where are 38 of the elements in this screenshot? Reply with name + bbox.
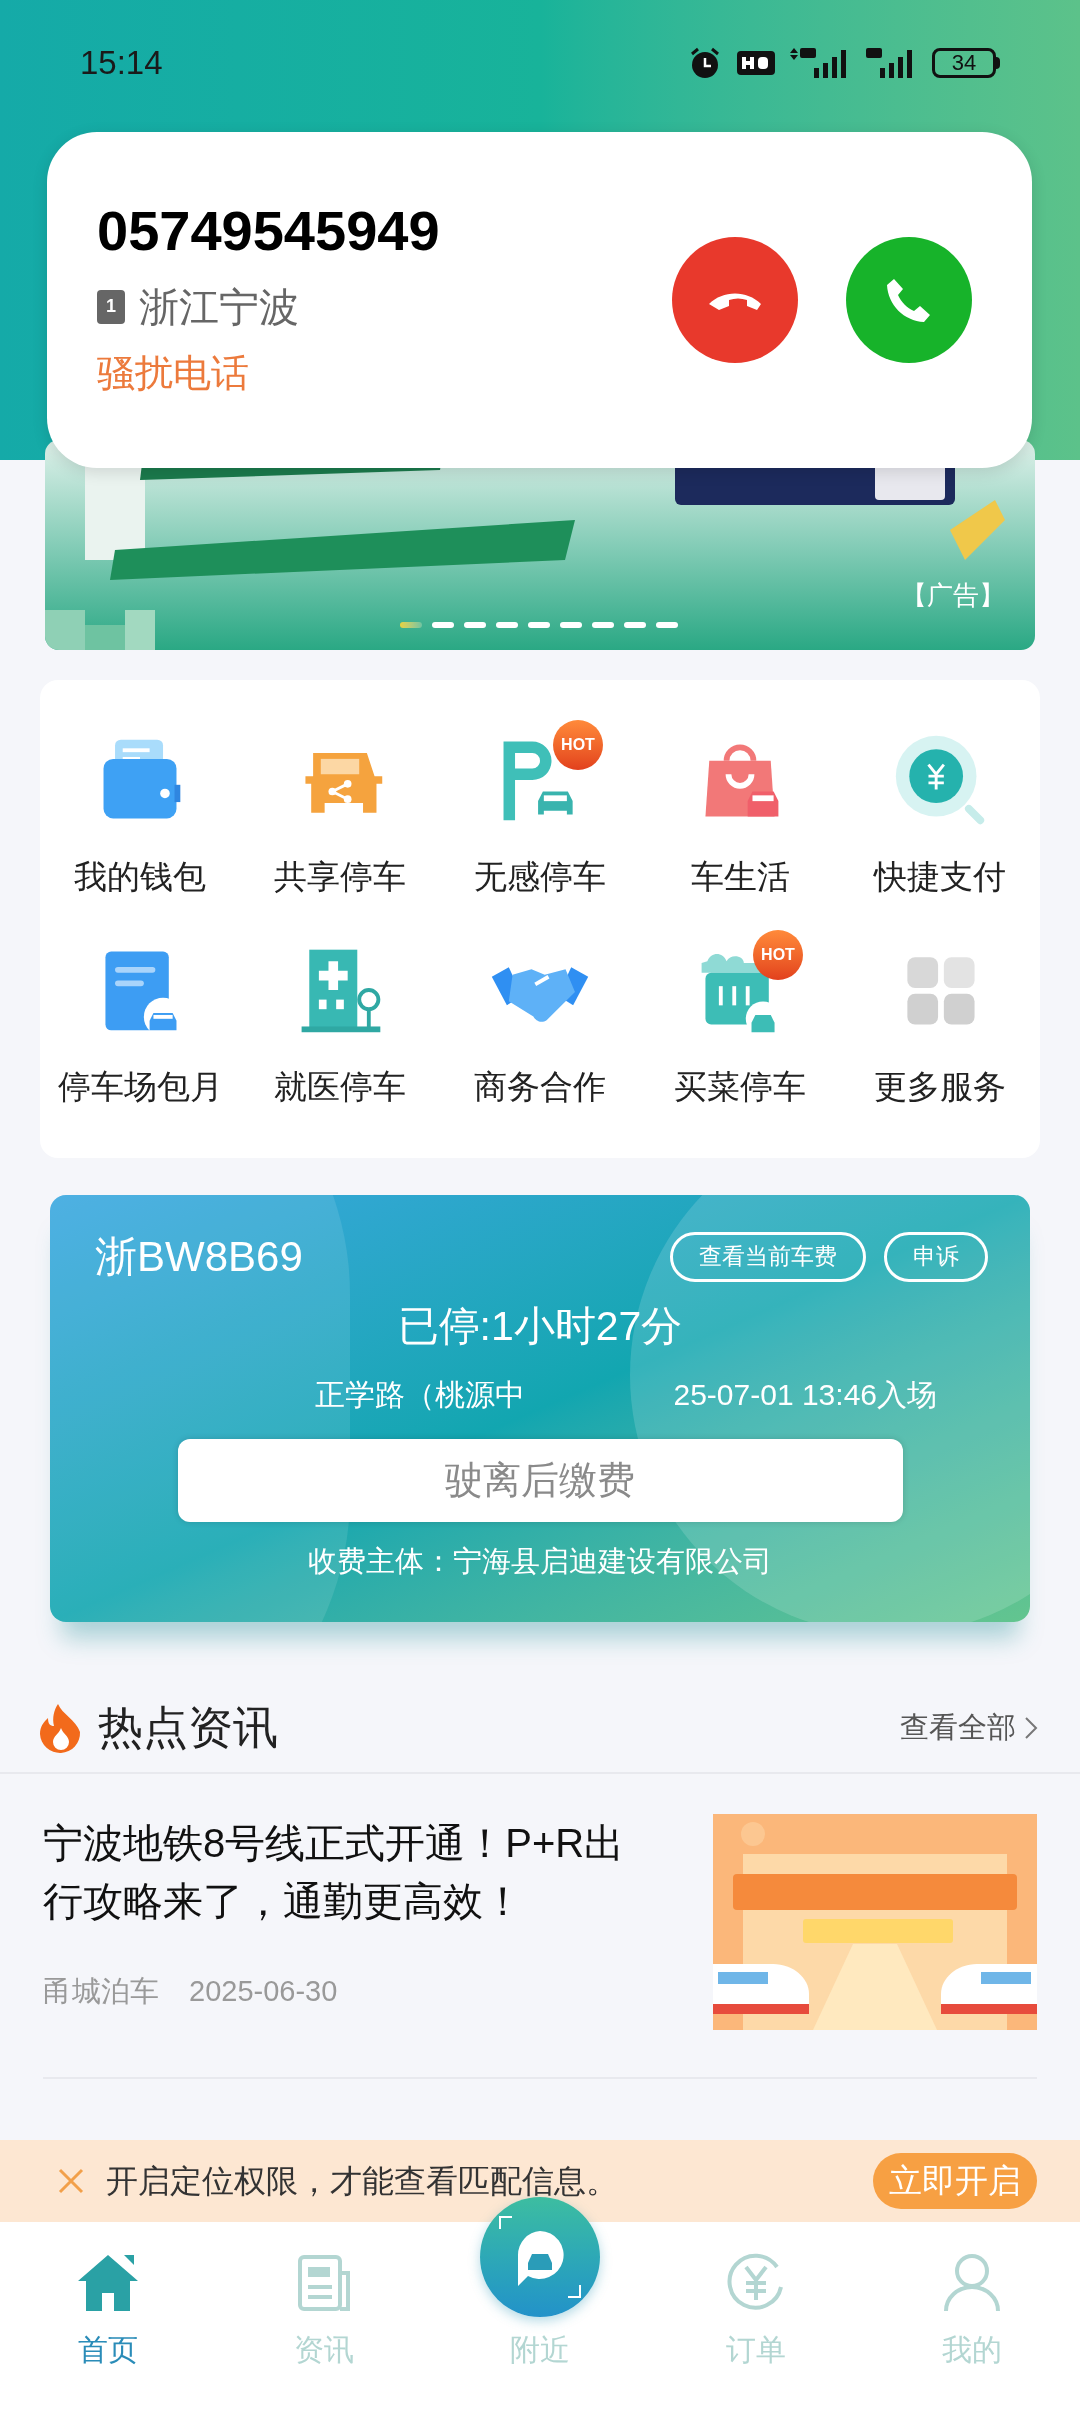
sim-badge: 1 [97, 289, 125, 324]
ad-label: 【广告】 [901, 579, 1005, 612]
entry-time: 25-07-01 13:46入场 [673, 1376, 937, 1413]
caller-location: 浙江宁波 [139, 283, 299, 331]
service-item[interactable]: 就医停车 [240, 930, 440, 1140]
payee-text: 收费主体：宁海县启迪建设有限公司 [307, 1543, 773, 1579]
news-date: 2025-06-30 [189, 1974, 338, 2009]
service-item[interactable]: 共享停车 [240, 720, 440, 930]
service-item[interactable]: 我的钱包 [40, 720, 240, 930]
hd-icon [736, 48, 776, 77]
news-source: 甬城泊车 [43, 1974, 159, 2009]
caller-number: 05749545949 [97, 198, 440, 263]
section-title: 热点资讯 [98, 1701, 278, 1756]
status-time: 15:14 [80, 42, 163, 83]
license-plate: 浙BW8B69 [95, 1232, 303, 1282]
service-item[interactable]: HOT 买菜停车 [640, 930, 840, 1140]
service-item[interactable]: 商务合作 [440, 930, 640, 1140]
news-title: 宁波地铁8号线正式开通！P+R出行攻略来了，通勤更高效！ [43, 1820, 626, 1925]
parking-location: 正学路（桃源中 [315, 1376, 525, 1413]
alarm-icon [688, 45, 722, 80]
battery-indicator: 34 [932, 47, 996, 78]
parking-duration: 已停:1小时27分 [396, 1302, 684, 1351]
chevron-right-icon [1024, 1716, 1038, 1740]
newspaper-icon [296, 2253, 352, 2313]
nearby-button[interactable] [480, 2197, 600, 2317]
close-icon[interactable] [58, 2168, 84, 2194]
service-item[interactable]: 更多服务 [840, 930, 1040, 1140]
nav-tab[interactable]: 首页 [0, 2251, 216, 2372]
service-item[interactable]: 快捷支付 [840, 720, 1040, 930]
person-icon [942, 2251, 1002, 2313]
news-item[interactable]: 宁波地铁8号线正式开通！P+R出行攻略来了，通勤更高效！ 甬城泊车 2025-06-30 [43, 1774, 1037, 2079]
service-item[interactable]: HOT 无感停车 [440, 720, 640, 930]
service-item[interactable]: 停车场包月 [40, 930, 240, 1140]
hot-badge: HOT [753, 930, 803, 980]
hot-badge: HOT [553, 720, 603, 770]
view-all-link[interactable]: 查看全部 [900, 1706, 1038, 1750]
spam-tag: 骚扰电话 [97, 344, 440, 402]
service-item[interactable]: 车生活 [640, 720, 840, 930]
